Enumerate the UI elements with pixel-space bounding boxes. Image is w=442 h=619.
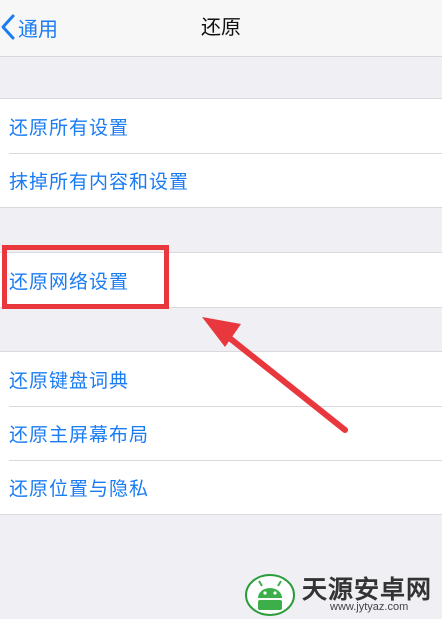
navigation-bar: 通用 还原	[0, 0, 442, 57]
erase-all-content-label: 抹掉所有内容和设置	[9, 170, 190, 193]
reset-network-settings-item[interactable]: 还原网络设置	[0, 253, 442, 307]
android-logo-icon	[245, 574, 295, 616]
pointer-arrow-icon	[202, 317, 348, 433]
reset-all-settings-item[interactable]: 还原所有设置	[0, 99, 442, 153]
reset-keyboard-dictionary-label: 还原键盘词典	[9, 369, 130, 392]
watermark-url: www.jytyaz.com	[330, 601, 409, 613]
reset-home-screen-layout-label: 还原主屏幕布局	[9, 423, 150, 446]
reset-keyboard-dictionary-item[interactable]: 还原键盘词典	[0, 352, 442, 406]
settings-group-3: 还原键盘词典 还原主屏幕布局 还原位置与隐私	[0, 351, 442, 515]
reset-location-privacy-item[interactable]: 还原位置与隐私	[0, 460, 442, 514]
reset-location-privacy-label: 还原位置与隐私	[9, 477, 150, 500]
reset-all-settings-label: 还原所有设置	[9, 116, 130, 139]
settings-group-1: 还原所有设置 抹掉所有内容和设置	[0, 98, 442, 208]
reset-home-screen-layout-item[interactable]: 还原主屏幕布局	[0, 406, 442, 460]
reset-network-settings-label: 还原网络设置	[9, 270, 130, 293]
settings-group-2: 还原网络设置	[0, 252, 442, 308]
erase-all-content-item[interactable]: 抹掉所有内容和设置	[0, 153, 442, 207]
watermark: 天源安卓网 www.jytyaz.com	[244, 564, 442, 619]
page-title: 还原	[201, 15, 241, 39]
